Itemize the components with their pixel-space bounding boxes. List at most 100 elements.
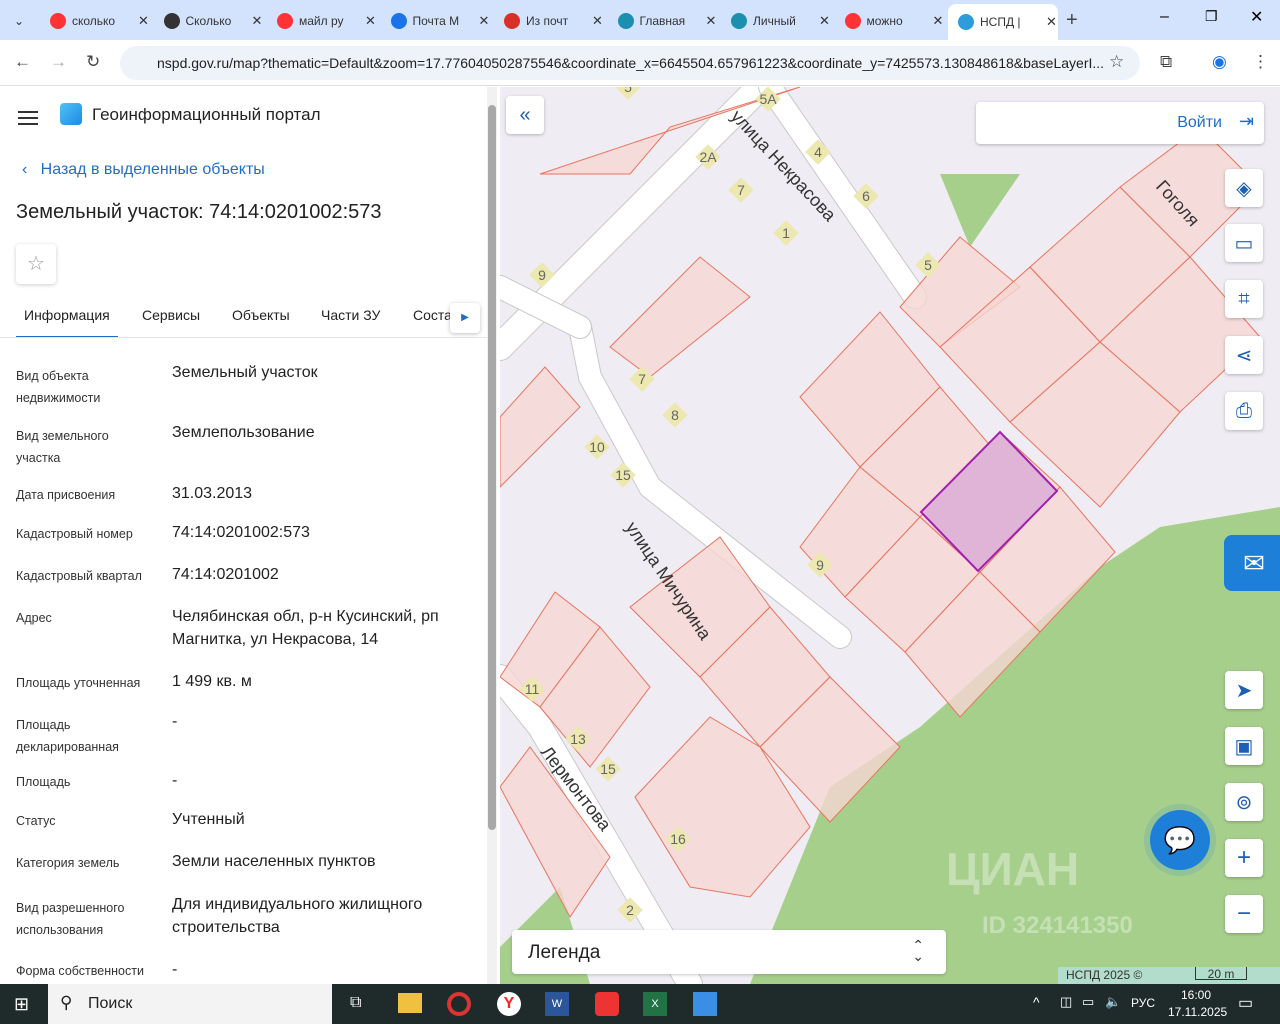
volume-icon[interactable]: 🔈 <box>1105 994 1121 1010</box>
windows-taskbar: ⊞ ⚲ Поиск ⧉ Y W X ^ ◫ ▭ 🔈 РУС 16:00 17.11… <box>0 984 1280 1024</box>
ruler-button[interactable]: ▭ <box>1225 224 1263 262</box>
close-tab-icon[interactable]: ✕ <box>592 13 603 29</box>
camera-icon[interactable]: ◫ <box>1060 994 1072 1010</box>
minimap-button[interactable]: ▣ <box>1225 727 1263 765</box>
hamburger-menu-icon[interactable] <box>18 107 38 129</box>
browser-tab[interactable]: Почта М ✕ <box>381 8 491 34</box>
back-to-selected-link[interactable]: ‹ Назад в выделенные объекты <box>22 161 265 179</box>
browser-tab[interactable]: сколько ✕ <box>40 8 150 34</box>
time: 16:00 <box>1180 988 1212 1002</box>
reload-icon[interactable]: ↻ <box>86 52 100 72</box>
field-label: Кадастровый квартал <box>16 569 142 583</box>
browser-tab[interactable]: Личный ✕ <box>721 8 831 34</box>
yandex-browser-icon[interactable]: Y <box>497 992 521 1016</box>
clock[interactable]: 16:00 17.11.2025 <box>1168 987 1228 1021</box>
forward-icon[interactable]: → <box>50 52 67 72</box>
close-tab-icon[interactable]: ✕ <box>365 13 376 29</box>
browser-tab[interactable]: Из почт ✕ <box>494 8 604 34</box>
excel-icon[interactable]: X <box>643 992 667 1016</box>
photos-icon[interactable] <box>693 992 717 1016</box>
copyright-text: НСПД 2025 © <box>1066 968 1143 982</box>
close-tab-icon[interactable]: ✕ <box>1046 14 1057 30</box>
field-label: Кадастровый номер <box>16 527 133 541</box>
scrollbar-thumb[interactable] <box>488 105 496 830</box>
panel-scrollbar[interactable] <box>487 87 497 984</box>
browser-tab[interactable]: Сколько ✕ <box>154 8 264 34</box>
cian-widget-button[interactable]: ✉ <box>1224 535 1280 591</box>
field-value: Земли населенных пунктов <box>172 853 376 870</box>
field-label: Категория земель <box>16 856 120 870</box>
tabs-scroll-right-button[interactable]: ▶ <box>450 303 480 333</box>
house-number: 5 <box>624 87 632 95</box>
field-label: Вид земельного участка <box>16 429 109 465</box>
tab-0[interactable]: Информация <box>16 307 118 337</box>
back-link-label: Назад в выделенные объекты <box>40 161 265 178</box>
browser-tab[interactable]: НСПД | ✕ <box>948 4 1058 40</box>
house-number: 5А <box>759 91 777 107</box>
profile-icon[interactable]: ◉ <box>1212 52 1227 72</box>
browser-tab[interactable]: майл ру ✕ <box>267 8 377 34</box>
windows-start-icon[interactable]: ⊞ <box>14 994 29 1015</box>
field-value: 74:14:0201002 <box>172 566 279 583</box>
share-button[interactable]: ⋖ <box>1225 336 1263 374</box>
area-select-button[interactable]: ⌗ <box>1225 280 1263 318</box>
field-label: Форма собственности <box>16 964 144 978</box>
field-value: Для индивидуального жилищного строительс… <box>172 896 423 936</box>
network-icon[interactable]: ▭ <box>1082 994 1094 1010</box>
zoom-in-button[interactable]: + <box>1225 839 1263 877</box>
taskbar-search-box[interactable]: ⚲ Поиск <box>48 984 332 1024</box>
search-by-point-button[interactable]: ⊚ <box>1225 783 1263 821</box>
url-input[interactable]: nspd.gov.ru/map?thematic=Default&zoom=17… <box>120 46 1140 80</box>
bookmark-star-icon[interactable]: ☆ <box>1109 52 1124 72</box>
menu-icon[interactable]: ⋮ <box>1252 52 1269 72</box>
tray-chevron-icon[interactable]: ^ <box>1033 994 1040 1010</box>
favorite-star-button[interactable]: ☆ <box>16 244 56 284</box>
extensions-icon[interactable]: ⧉ <box>1160 52 1172 72</box>
notifications-icon[interactable]: ▭ <box>1238 993 1253 1013</box>
browser-tab[interactable]: можно ✕ <box>835 8 945 34</box>
mail-icon <box>390 13 407 29</box>
task-view-icon[interactable]: ⧉ <box>350 994 361 1012</box>
minimize-button[interactable]: – <box>1160 8 1169 26</box>
close-tab-icon[interactable]: ✕ <box>819 13 830 29</box>
close-tab-icon[interactable]: ✕ <box>933 13 944 29</box>
geolocation-button[interactable]: ➤ <box>1225 671 1263 709</box>
browser-tab[interactable]: Главная ✕ <box>608 8 718 34</box>
map-view[interactable]: 5 5А 2А 4 7 6 1 9 5 7 8 10 15 9 11 13 15 16 2 улица Некрасо… <box>500 87 1280 984</box>
legend-label: Легенда <box>528 942 601 963</box>
zoom-out-button[interactable]: − <box>1225 895 1263 933</box>
tab-title: сколько <box>72 14 116 28</box>
collapse-panel-button[interactable]: « <box>506 96 544 134</box>
close-tab-icon[interactable]: ✕ <box>252 13 263 29</box>
tab-title: Почта М <box>412 14 460 28</box>
layers-button[interactable]: ◈ <box>1225 169 1263 207</box>
new-tab-button[interactable]: + <box>1066 9 1078 32</box>
anydesk-icon[interactable] <box>595 992 619 1016</box>
field-value: Землепользование <box>172 424 315 441</box>
print-button[interactable]: ⎙ <box>1225 392 1263 430</box>
word-icon[interactable]: W <box>545 992 569 1016</box>
browser-app-icon[interactable] <box>447 992 471 1016</box>
search-icon: ⚲ <box>60 993 73 1012</box>
field-label: Дата присвоения <box>16 488 116 502</box>
explorer-icon[interactable] <box>398 993 422 1013</box>
chat-button[interactable]: 💬 <box>1150 810 1210 870</box>
close-tab-icon[interactable]: ✕ <box>138 13 149 29</box>
tab-3[interactable]: Части ЗУ <box>313 307 388 337</box>
back-icon[interactable]: ← <box>14 52 31 72</box>
tab-2[interactable]: Объекты <box>224 307 298 337</box>
tab-search-button[interactable]: ⌄ <box>4 8 34 34</box>
close-tab-icon[interactable]: ✕ <box>479 13 490 29</box>
legend-dropdown[interactable]: Легенда ⌃ ⌄ <box>512 930 946 974</box>
house-number: 7 <box>737 182 745 198</box>
restore-button[interactable]: ❐ <box>1205 8 1218 25</box>
close-window-button[interactable]: ✕ <box>1250 7 1263 27</box>
yandex-icon <box>844 13 861 29</box>
house-number: 10 <box>589 439 605 455</box>
language-indicator[interactable]: РУС <box>1131 996 1155 1010</box>
street <box>759 87 926 308</box>
close-tab-icon[interactable]: ✕ <box>706 13 717 29</box>
date: 17.11.2025 <box>1168 1005 1228 1019</box>
tab-1[interactable]: Сервисы <box>134 307 208 337</box>
login-button[interactable]: Войти ⇥ <box>976 102 1264 144</box>
